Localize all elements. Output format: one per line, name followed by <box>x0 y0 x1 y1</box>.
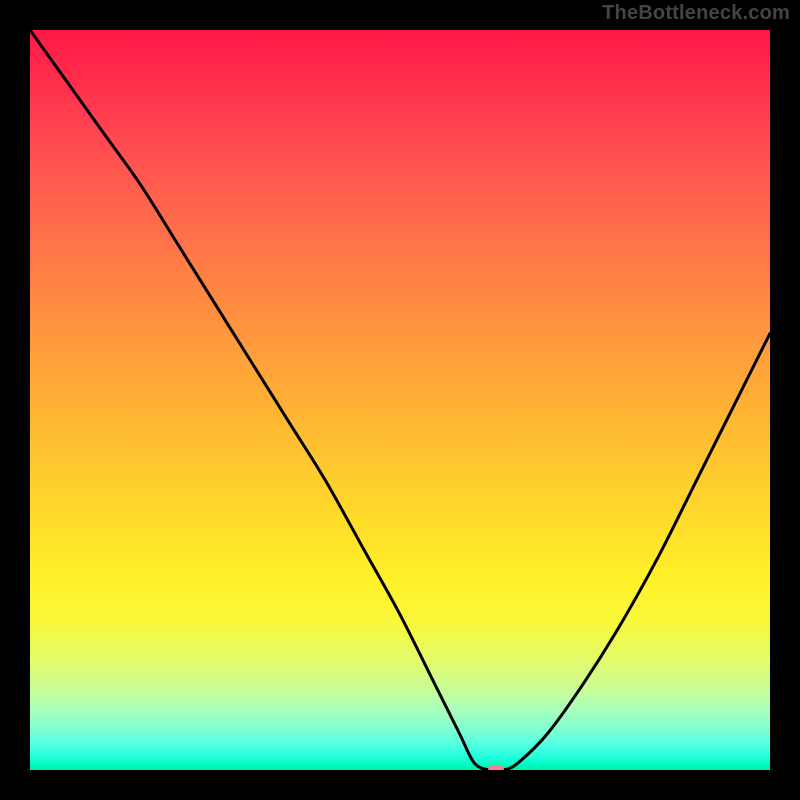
bottleneck-curve <box>30 30 770 770</box>
optimal-marker <box>488 765 504 770</box>
plot-area <box>30 30 770 770</box>
chart-container: TheBottleneck.com <box>0 0 800 800</box>
watermark-text: TheBottleneck.com <box>602 2 790 25</box>
